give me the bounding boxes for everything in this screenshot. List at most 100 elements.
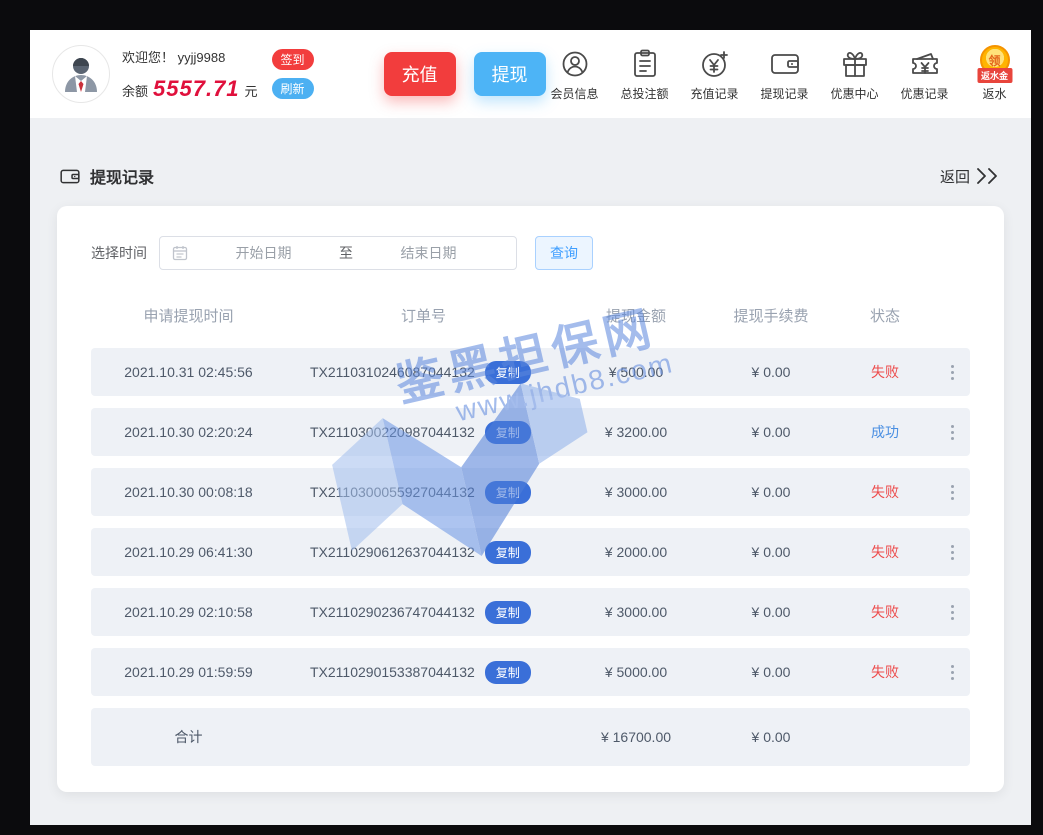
pill-buttons: 签到 刷新 [272,49,314,99]
row-order-cell: TX2110300055927044132 复制 [286,481,561,504]
table-body: 2021.10.31 02:45:56 TX211031024608704413… [91,348,970,696]
top-bar: 欢迎您！ yyjj9988 余额 5557.71 元 签到 刷新 充值 提现 [30,30,1031,118]
user-info: 欢迎您！ yyjj9988 余额 5557.71 元 [122,47,258,102]
page-container: 欢迎您！ yyjj9988 余额 5557.71 元 签到 刷新 充值 提现 [30,30,1031,825]
nav-item-member-info[interactable]: 会员信息 [546,46,604,102]
withdraw-button[interactable]: 提现 [474,52,546,96]
title-row: 提现记录 返回 [30,118,1031,188]
nav-label: 返水 [983,85,1007,102]
date-range-input[interactable]: 开始日期 至 结束日期 [159,236,517,270]
row-order-cell: TX2110300220987044132 复制 [286,421,561,444]
nav-item-rebate[interactable]: 领 返水金 返水 [966,46,1024,102]
order-number: TX2110290153387044132 [310,664,475,680]
calendar-icon [172,245,188,261]
row-menu-button[interactable] [939,425,965,440]
row-order-cell: TX2110310246087044132 复制 [286,361,561,384]
th-amount: 提现金额 [561,305,711,326]
welcome-text: 欢迎您！ yyjj9988 [122,47,258,66]
total-row: 合计 ¥ 16700.00 ¥ 0.00 [91,708,970,766]
promo-center-icon [840,46,870,82]
th-order-no: 订单号 [286,305,561,326]
nav-item-recharge-record[interactable]: 充值记录 [686,46,744,102]
back-label: 返回 [940,166,970,187]
th-fee: 提现手续费 [711,305,831,326]
total-fee: ¥ 0.00 [711,729,831,745]
signin-button[interactable]: 签到 [272,49,314,70]
total-label: 合计 [91,727,286,747]
search-button[interactable]: 查询 [535,236,593,270]
table-row: 2021.10.30 02:20:24 TX211030022098704413… [91,408,970,456]
withdraw-records-card: 选择时间 开始日期 至 结束日期 查询 [57,206,1004,792]
th-status: 状态 [831,305,939,326]
balance-value: 5557.71 [153,76,240,102]
row-fee: ¥ 0.00 [711,544,831,560]
nav-item-promo-center[interactable]: 优惠中心 [826,46,884,102]
row-status: 成功 [831,422,939,442]
row-order-cell: TX2110290612637044132 复制 [286,541,561,564]
recharge-record-icon [700,46,730,82]
withdraw-record-icon [769,46,801,82]
nav-item-total-bets[interactable]: 总投注额 [616,46,674,102]
copy-button[interactable]: 复制 [485,601,531,624]
table-row: 2021.10.29 02:10:58 TX211029023674704413… [91,588,970,636]
table-row: 2021.10.30 00:08:18 TX211030005592704413… [91,468,970,516]
nav-list: 会员信息 总投注额 [546,46,1024,102]
row-apply-time: 2021.10.29 06:41:30 [91,544,286,560]
page-body: 提现记录 返回 选择时间 [30,118,1031,825]
total-bets-icon [631,46,659,82]
table-row: 2021.10.29 01:59:59 TX211029015338704413… [91,648,970,696]
row-menu-button[interactable] [939,485,965,500]
copy-button[interactable]: 复制 [485,541,531,564]
user-avatar-icon [59,52,103,96]
table-row: 2021.10.31 02:45:56 TX211031024608704413… [91,348,970,396]
row-menu-button[interactable] [939,545,965,560]
nav-label: 会员信息 [551,85,599,102]
rebate-badge: 返水金 [977,68,1012,83]
promo-record-icon [909,46,941,82]
nav-item-withdraw-record[interactable]: 提现记录 [756,46,814,102]
recharge-button[interactable]: 充值 [384,52,456,96]
row-amount: ¥ 3200.00 [561,424,711,440]
filter-row: 选择时间 开始日期 至 结束日期 查询 [91,236,970,270]
double-chevron-right-icon [976,168,1002,184]
row-apply-time: 2021.10.30 02:20:24 [91,424,286,440]
row-order-cell: TX2110290236747044132 复制 [286,601,561,624]
th-apply-time: 申请提现时间 [91,305,286,326]
order-number: TX2110310246087044132 [310,364,475,380]
withdraw-record-title-icon [59,167,81,186]
row-apply-time: 2021.10.29 02:10:58 [91,604,286,620]
nav-label: 提现记录 [761,85,809,102]
row-fee: ¥ 0.00 [711,664,831,680]
row-apply-time: 2021.10.29 01:59:59 [91,664,286,680]
row-status: 失败 [831,602,939,622]
order-number: TX2110300220987044132 [310,424,475,440]
copy-button[interactable]: 复制 [485,661,531,684]
order-number: TX2110300055927044132 [310,484,475,500]
balance-line: 余额 5557.71 元 [122,76,258,102]
row-menu-button[interactable] [939,365,965,380]
total-amount: ¥ 16700.00 [561,729,711,745]
nav-label: 充值记录 [691,85,739,102]
row-menu-button[interactable] [939,665,965,680]
row-fee: ¥ 0.00 [711,604,831,620]
nav-item-promo-record[interactable]: 优惠记录 [896,46,954,102]
copy-button[interactable]: 复制 [485,481,531,504]
back-link[interactable]: 返回 [940,166,1002,187]
row-status: 失败 [831,662,939,682]
row-fee: ¥ 0.00 [711,484,831,500]
row-order-cell: TX2110290153387044132 复制 [286,661,561,684]
row-status: 失败 [831,542,939,562]
row-menu-button[interactable] [939,605,965,620]
avatar[interactable] [52,45,110,103]
row-apply-time: 2021.10.30 00:08:18 [91,484,286,500]
order-number: TX2110290612637044132 [310,544,475,560]
copy-button[interactable]: 复制 [485,421,531,444]
copy-button[interactable]: 复制 [485,361,531,384]
start-date-placeholder: 开始日期 [188,243,339,263]
row-status: 失败 [831,362,939,382]
filter-label: 选择时间 [91,243,147,263]
row-amount: ¥ 2000.00 [561,544,711,560]
balance-label: 余额 [122,81,148,100]
row-apply-time: 2021.10.31 02:45:56 [91,364,286,380]
refresh-button[interactable]: 刷新 [272,78,314,99]
